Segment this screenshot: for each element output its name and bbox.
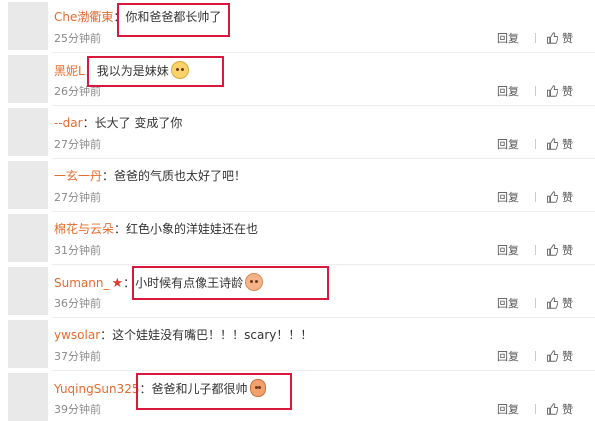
comment-username[interactable]: ywsolar [54, 328, 100, 342]
comment-colon: ： [100, 328, 113, 342]
thumbs-up-icon[interactable] [546, 244, 558, 256]
comment-colon: ： [102, 169, 115, 183]
like-button[interactable]: 赞 [562, 242, 573, 258]
comment-username[interactable]: Sumann_ [54, 276, 109, 290]
divider [535, 404, 536, 414]
reply-button[interactable]: 回复 [497, 189, 519, 205]
avatar[interactable] [8, 108, 48, 156]
avatar[interactable] [8, 55, 48, 103]
comment-time: 36分钟前 [54, 297, 101, 310]
comment-colon: ： [113, 10, 126, 24]
avatar[interactable] [8, 373, 48, 421]
avatar[interactable] [8, 320, 48, 368]
divider [535, 351, 536, 361]
divider [535, 298, 536, 308]
comment-item: 棉花与云朵：红色小象的洋娃娃还在也 31分钟前 回复 赞 [0, 212, 595, 265]
thumbs-up-icon[interactable] [546, 32, 558, 44]
thumbs-up-icon[interactable] [546, 403, 558, 415]
avatar[interactable] [8, 161, 48, 209]
thumbs-up-icon[interactable] [546, 85, 558, 97]
comment-item: 黑妮L：我以为是妹妹 26分钟前 回复 赞 [0, 53, 595, 106]
comment-text: 爸爸和儿子都很帅 [151, 382, 248, 396]
comment-time: 31分钟前 [54, 244, 101, 257]
avatar[interactable] [8, 267, 48, 315]
comment-time: 25分钟前 [54, 32, 101, 45]
comment-time: 26分钟前 [54, 85, 101, 98]
avatar[interactable] [8, 2, 48, 50]
comment-username[interactable]: 黑妮L [54, 64, 85, 78]
comment-time: 27分钟前 [54, 191, 101, 204]
comment-colon: ： [139, 382, 152, 396]
reply-button[interactable]: 回复 [497, 30, 519, 46]
emoji-icon [249, 379, 266, 397]
comment-time: 37分钟前 [54, 350, 101, 363]
star-badge-icon: ★ [111, 276, 124, 291]
comment-item: YuqingSun325：爸爸和儿子都很帅 39分钟前 回复 赞 [0, 371, 595, 421]
comment-colon: ： [84, 64, 97, 78]
thumbs-up-icon[interactable] [546, 350, 558, 362]
emoji-icon [245, 273, 264, 291]
comment-colon: ： [114, 222, 127, 236]
like-button[interactable]: 赞 [562, 295, 573, 311]
comment-text: 这个娃娃没有嘴巴！！！scary！！！ [112, 328, 313, 342]
reply-button[interactable]: 回复 [497, 136, 519, 152]
like-button[interactable]: 赞 [562, 348, 573, 364]
divider [535, 245, 536, 255]
comment-item: --dar：长大了 变成了你 27分钟前 回复 赞 [0, 106, 595, 159]
comment-time: 39分钟前 [54, 403, 101, 416]
like-button[interactable]: 赞 [562, 189, 573, 205]
divider [535, 192, 536, 202]
avatar[interactable] [8, 214, 48, 262]
like-button[interactable]: 赞 [562, 401, 573, 417]
divider [535, 139, 536, 149]
comment-item: 一玄一丹：爸爸的气质也太好了吧！ 27分钟前 回复 赞 [0, 159, 595, 212]
reply-button[interactable]: 回复 [497, 242, 519, 258]
comment-username[interactable]: --dar [54, 116, 83, 130]
comment-time: 27分钟前 [54, 138, 101, 151]
comment-text: 红色小象的洋娃娃还在也 [126, 222, 259, 236]
like-button[interactable]: 赞 [562, 83, 573, 99]
comment-username[interactable]: YuqingSun325 [54, 382, 139, 396]
comment-text: 小时候有点像王诗龄 [135, 276, 244, 290]
comment-username[interactable]: Che渤衢東 [54, 10, 113, 24]
comment-list: Che渤衢東：你和爸爸都长帅了 25分钟前 回复 赞 黑妮L：我以为是妹妹 26… [0, 0, 595, 421]
comment-text: 爸爸的气质也太好了吧！ [114, 169, 247, 183]
thumbs-up-icon[interactable] [546, 297, 558, 309]
comment-text: 我以为是妹妹 [96, 64, 169, 78]
comment-item: Sumann_ ★：小时候有点像王诗龄 36分钟前 回复 赞 [0, 265, 595, 318]
divider [535, 33, 536, 43]
thumbs-up-icon[interactable] [546, 138, 558, 150]
reply-button[interactable]: 回复 [497, 401, 519, 417]
comment-colon: ： [82, 116, 95, 130]
reply-button[interactable]: 回复 [497, 295, 519, 311]
reply-button[interactable]: 回复 [497, 83, 519, 99]
like-button[interactable]: 赞 [562, 136, 573, 152]
comment-colon: ： [123, 276, 136, 290]
reply-button[interactable]: 回复 [497, 348, 519, 364]
thumbs-up-icon[interactable] [546, 191, 558, 203]
emoji-icon [170, 61, 189, 79]
comment-item: ywsolar：这个娃娃没有嘴巴！！！scary！！！ 37分钟前 回复 赞 [0, 318, 595, 371]
comment-item: Che渤衢東：你和爸爸都长帅了 25分钟前 回复 赞 [0, 0, 595, 53]
comment-username[interactable]: 棉花与云朵 [54, 222, 114, 236]
divider [535, 86, 536, 96]
comment-username[interactable]: 一玄一丹 [54, 169, 102, 183]
comment-text: 长大了 变成了你 [94, 116, 183, 130]
comment-text: 你和爸爸都长帅了 [125, 10, 222, 24]
like-button[interactable]: 赞 [562, 30, 573, 46]
